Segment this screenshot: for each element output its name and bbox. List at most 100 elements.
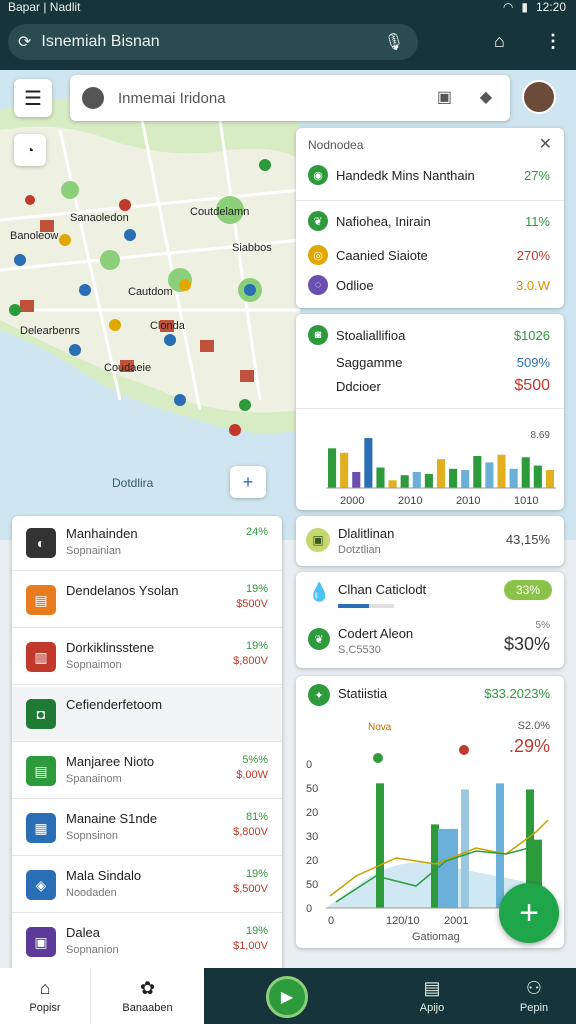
circle-icon: ◌	[308, 275, 328, 295]
nav-item-home[interactable]: ⌂ Popisr	[0, 968, 90, 1024]
list-item[interactable]: ▣ Dalea Sopnanion 19% $1,00V	[12, 915, 282, 970]
list-item[interactable]: ◐ Manhainden Sopnainian 24%	[12, 516, 282, 571]
nav-item-app[interactable]: ▤ Apijo	[392, 968, 472, 1024]
chart-bar	[364, 438, 373, 488]
list-item-percent: 19%	[245, 583, 268, 595]
chart-corner-label: 8.69	[530, 430, 550, 441]
nav-item-explore[interactable]: ✿ Banaaben	[90, 968, 204, 1024]
list-item-percent: 24%	[245, 526, 268, 538]
list-item-subtitle: Spanainom	[66, 773, 122, 785]
list-item-title: Dorkiklinsstene	[66, 640, 155, 655]
list-item-icon: ▦	[26, 813, 56, 843]
app-title: Isnemiah Bisnan	[41, 33, 160, 50]
avatar[interactable]	[522, 80, 556, 114]
list-item-amount: $,00W	[236, 769, 268, 781]
add-fab-button[interactable]: +	[499, 883, 559, 943]
list-item[interactable]: ▦ Manaine S1nde Sopnsinon 81% $,800V	[12, 801, 282, 856]
play-button[interactable]: ▶	[266, 976, 308, 1018]
home-icon: ⌂	[39, 978, 51, 998]
stat-row-value: $500	[514, 377, 550, 394]
stat-row-label: Saggamme	[336, 354, 403, 370]
list-item[interactable]: ◈ Mala Sindalo Noodaden 19% $,500V	[12, 858, 282, 913]
more-vert-icon[interactable]: ⋮	[544, 31, 562, 52]
overview-row[interactable]: ◎ Caanied Siaiote 270%	[296, 242, 564, 268]
list-item-icon: ▥	[26, 642, 56, 672]
list-item[interactable]: ◘ Cefienderfetoom	[12, 687, 282, 742]
chart-bar	[438, 828, 458, 908]
legend-label: Nova	[368, 722, 392, 733]
map-place-label: Delearbenrs	[20, 325, 80, 337]
chart-x-tick: 120/10	[386, 915, 420, 927]
chart-y-tick: 0	[306, 759, 312, 771]
app-title-pill[interactable]: ⟳ Isnemiah Bisnan 🎙	[8, 24, 418, 60]
locate-button[interactable]: ◔	[14, 134, 46, 166]
list-item-icon: ▤	[26, 585, 56, 615]
list-item-amount: $500V	[236, 598, 268, 610]
nav-label: Popisr	[29, 1002, 61, 1014]
nav-item-profile[interactable]: ⚇ Pepin	[494, 968, 574, 1024]
profile-icon: ⚇	[525, 978, 543, 998]
overview-row-value: 27%	[523, 167, 550, 183]
list-item[interactable]: ▥ Dorkiklinsstene Sopnaimon 19% $,800V	[12, 630, 282, 685]
list-item[interactable]: ▤ Manjaree Nioto Spanainom 5%% $,00W	[12, 744, 282, 799]
chart-bar	[521, 457, 530, 488]
overview-card: Nodnodea ✕ ◉ Handedk Mins Nanthain 27% ❦ Na…	[296, 128, 564, 308]
search-input[interactable]: Inmemai Iridona ▣ ◆	[70, 75, 510, 121]
chart-marker	[459, 745, 469, 755]
chart-bar	[352, 472, 361, 488]
list-item[interactable]: ▤ Dendelanos Ysolan 19% $500V	[12, 573, 282, 628]
hamburger-icon: ☰	[24, 87, 42, 110]
overview-row[interactable]: ◌ Odlioe 3.0.W	[296, 272, 564, 298]
chart-bar	[461, 789, 469, 908]
list-item-subtitle: Noodaden	[66, 887, 117, 899]
map-place-label: Sanaoledon	[70, 212, 129, 224]
map-place-label: Banoleow	[10, 230, 59, 242]
list-item-title: Manjaree Nioto	[66, 754, 155, 769]
list-item-icon: ◈	[26, 870, 56, 900]
overview-row-label: Caanied Siaiote	[336, 247, 428, 263]
wifi-icon: ◠	[502, 0, 514, 14]
folder-icon[interactable]: ▣	[437, 87, 452, 107]
play-icon: ▶	[280, 989, 294, 1006]
stat-card-title: Stoaliallifioa	[336, 327, 406, 343]
overview-row-value: 270%	[516, 247, 550, 263]
list-item-percent: 81%	[245, 811, 268, 823]
status-time: 12:20	[535, 0, 566, 14]
summary-card[interactable]: ▣ Dlalitlinan Dotztlian 43,15%	[296, 516, 564, 566]
list-item-title: Manhainden	[66, 526, 138, 541]
zoom-in-button[interactable]: +	[230, 466, 266, 498]
chart-x-tick: 1010	[514, 495, 538, 507]
directions-icon[interactable]: ◆	[480, 87, 492, 107]
overview-row-value: 3.0.W	[516, 277, 550, 293]
list-item-title: Dendelanos Ysolan	[66, 583, 179, 598]
mic-icon[interactable]: 🎙	[384, 32, 404, 52]
list-item-percent: 19%	[245, 640, 268, 652]
map-place-label: Coudaeie	[104, 362, 152, 374]
bottom-navigation: ⌂ Popisr ✿ Banaaben ▶ ▤ Apijo ⚇ Pepin	[0, 968, 576, 1024]
chart-bar	[461, 470, 470, 488]
nav-label: Apijo	[419, 1002, 445, 1014]
summary-sub: Dotztlian	[338, 544, 381, 556]
home-icon[interactable]: ⌂	[494, 31, 505, 52]
list-item-amount: $,800V	[233, 826, 268, 838]
status-right: ◠ ▮ 12:20	[503, 0, 566, 14]
overview-row[interactable]: ◉ Handedk Mins Nanthain 27%	[296, 162, 564, 188]
menu-button[interactable]: ☰	[14, 79, 52, 117]
chart-bar	[436, 459, 446, 488]
overview-title: Nodnodea	[308, 138, 364, 152]
chart-x-tick: 2000	[340, 495, 364, 507]
stat-icon: ◙	[308, 325, 328, 345]
map-place-label: Siabbos	[232, 242, 272, 254]
list-item-subtitle: Sopnaimon	[66, 659, 122, 671]
list-item-icon: ◐	[26, 528, 56, 558]
list-item-percent: 19%	[245, 925, 268, 937]
close-icon[interactable]: ✕	[539, 134, 552, 154]
battery-icon: ▮	[521, 0, 528, 14]
overview-row[interactable]: ❦ Nafiohea, Inirain 11%	[296, 208, 564, 234]
chart-marker	[373, 753, 383, 763]
detail-row2-small: 5%	[535, 620, 550, 631]
stat-row: Ddcioer $500	[296, 374, 564, 398]
stat-card-header[interactable]: ◙ Stoaliallifioa $1026	[296, 322, 564, 348]
chart-x-tick: 0	[328, 915, 334, 927]
chart-bar	[496, 783, 504, 908]
